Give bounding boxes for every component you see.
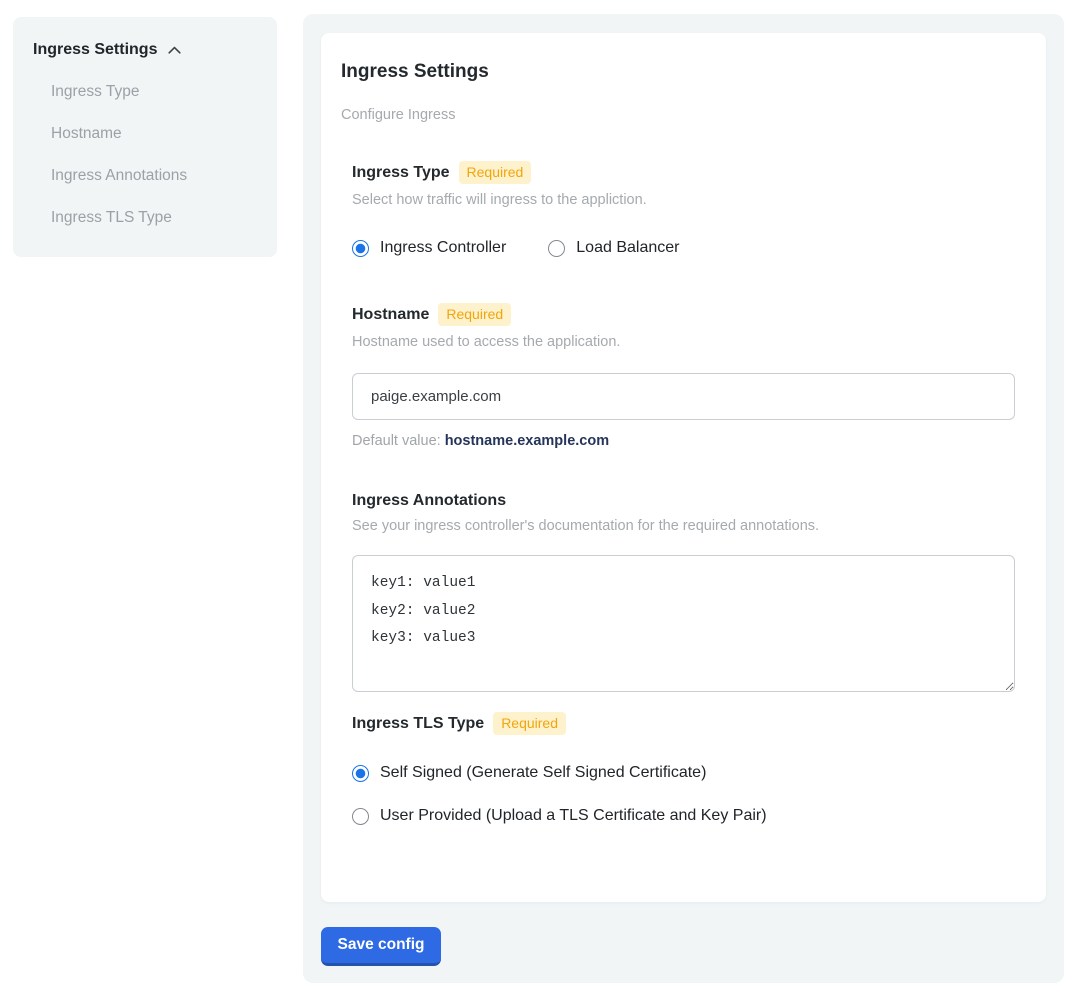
chevron-up-icon — [166, 42, 183, 59]
field-ingress-tls-type: Ingress TLS Type Required Self Signed (G… — [352, 712, 1015, 825]
ingress-settings-card: Ingress Settings Configure Ingress Ingre… — [321, 33, 1046, 902]
hostname-default-line: Default value: hostname.example.com — [352, 433, 1015, 449]
ingress-type-description: Select how traffic will ingress to the a… — [352, 192, 1015, 208]
sidebar-nav: Ingress Type Hostname Ingress Annotation… — [33, 83, 257, 227]
radio-user-provided-input[interactable] — [352, 808, 369, 825]
annotations-textarea[interactable]: key1: value1 key2: value2 key3: value3 — [352, 555, 1015, 692]
radio-load-balancer[interactable]: Load Balancer — [548, 239, 679, 257]
sidebar-item-hostname[interactable]: Hostname — [33, 125, 257, 143]
ingress-annotations-description: See your ingress controller's documentat… — [352, 518, 1015, 534]
ingress-type-radio-group: Ingress Controller Load Balancer — [352, 239, 1015, 257]
sidebar-item-ingress-type[interactable]: Ingress Type — [33, 83, 257, 101]
radio-user-provided-label: User Provided (Upload a TLS Certificate … — [380, 807, 767, 825]
radio-ingress-controller[interactable]: Ingress Controller — [352, 239, 506, 257]
hostname-input[interactable] — [352, 373, 1015, 420]
field-ingress-annotations: Ingress Annotations See your ingress con… — [352, 492, 1015, 692]
radio-load-balancer-input[interactable] — [548, 240, 565, 257]
hostname-label: Hostname — [352, 306, 429, 324]
required-badge: Required — [493, 712, 566, 735]
ingress-type-label: Ingress Type — [352, 164, 450, 182]
radio-load-balancer-label: Load Balancer — [576, 239, 679, 257]
radio-self-signed-label: Self Signed (Generate Self Signed Certif… — [380, 764, 706, 782]
save-config-button[interactable]: Save config — [321, 927, 441, 966]
field-hostname: Hostname Required Hostname used to acces… — [352, 303, 1015, 449]
radio-self-signed[interactable]: Self Signed (Generate Self Signed Certif… — [352, 764, 1015, 782]
radio-self-signed-input[interactable] — [352, 765, 369, 782]
hostname-description: Hostname used to access the application. — [352, 334, 1015, 350]
radio-user-provided[interactable]: User Provided (Upload a TLS Certificate … — [352, 807, 1015, 825]
ingress-settings-panel: Ingress Settings Configure Ingress Ingre… — [303, 14, 1064, 983]
field-ingress-type: Ingress Type Required Select how traffic… — [352, 161, 1015, 257]
required-badge: Required — [438, 303, 511, 326]
settings-sidebar: Ingress Settings Ingress Type Hostname I… — [13, 17, 277, 257]
radio-ingress-controller-input[interactable] — [352, 240, 369, 257]
sidebar-section-toggle[interactable]: Ingress Settings — [33, 41, 257, 59]
ingress-tls-type-label: Ingress TLS Type — [352, 715, 484, 733]
sidebar-item-ingress-annotations[interactable]: Ingress Annotations — [33, 167, 257, 185]
page-title: Ingress Settings — [341, 61, 1026, 83]
sidebar-item-ingress-tls-type[interactable]: Ingress TLS Type — [33, 209, 257, 227]
ingress-annotations-label: Ingress Annotations — [352, 492, 506, 510]
page-subtitle: Configure Ingress — [341, 107, 1026, 123]
required-badge: Required — [459, 161, 532, 184]
radio-ingress-controller-label: Ingress Controller — [380, 239, 506, 257]
hostname-default-value: hostname.example.com — [445, 433, 609, 449]
tls-type-radio-group: Self Signed (Generate Self Signed Certif… — [352, 764, 1015, 825]
page: Ingress Settings Ingress Type Hostname I… — [0, 0, 1090, 983]
hostname-default-prefix: Default value: — [352, 433, 445, 449]
sidebar-section-title: Ingress Settings — [33, 41, 157, 59]
